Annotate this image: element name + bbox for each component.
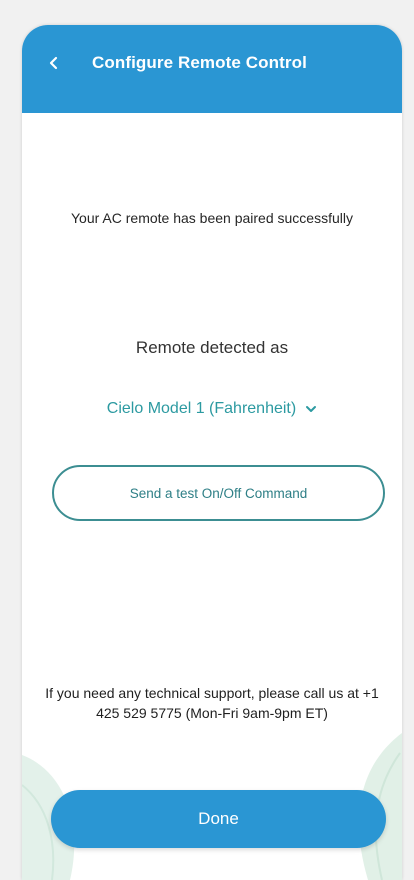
remote-model-dropdown[interactable]: Cielo Model 1 (Fahrenheit) (52, 400, 372, 418)
chevron-down-icon (305, 405, 317, 413)
remote-model-value: Cielo Model 1 (Fahrenheit) (106, 400, 297, 417)
header-bar: Configure Remote Control (22, 25, 402, 113)
done-button[interactable]: Done (51, 790, 386, 848)
support-info-text: If you need any technical support, pleas… (45, 685, 379, 721)
page-title: Configure Remote Control (92, 53, 307, 72)
app-screen: Configure Remote Control Your AC remote … (22, 25, 402, 880)
send-test-command-button[interactable]: Send a test On/Off Command (52, 465, 385, 521)
back-button[interactable] (40, 49, 68, 77)
remote-detected-label: Remote detected as (135, 338, 289, 357)
paired-success-message: Your AC remote has been paired successfu… (71, 210, 353, 226)
chevron-left-icon (49, 56, 58, 70)
